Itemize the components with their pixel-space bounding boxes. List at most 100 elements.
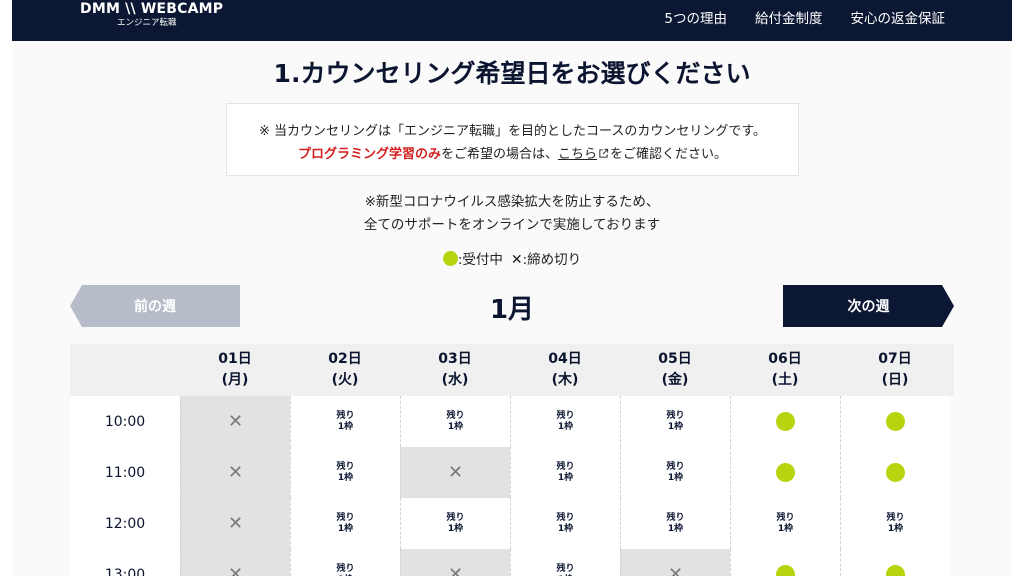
day-of-week: (月) [221,372,249,388]
legend-open-label: :受付中 [457,252,503,268]
remaining-text: 残り [446,410,465,421]
slot-cell-remaining[interactable]: 残り1枠 [510,447,620,498]
slot-cell-closed: ✕ [180,549,290,576]
remaining-slots-label: 残り1枠 [446,411,464,433]
slot-cell-open[interactable] [840,549,950,576]
logo-main-text: DMM \\ WEBCAMP [80,1,224,17]
remaining-count: 1枠 [557,421,574,432]
remaining-text: 残り [336,512,355,523]
slot-cell-remaining[interactable]: 残り1枠 [510,498,620,549]
remaining-count: 1枠 [557,472,574,483]
slot-cell-remaining[interactable]: 残り1枠 [620,396,730,447]
here-link[interactable]: こちら [558,147,597,162]
page-title: 1.カウンセリング希望日をお選びください [273,59,751,88]
next-week-label: 次の週 [847,299,890,315]
prev-week-button[interactable]: 前の週 [70,285,240,327]
covid-notice: ※新型コロナウイルス感染拡大を防止するため、 全てのサポートをオンラインで実施し… [12,191,1012,237]
day-header: 07日 (日) [840,349,950,391]
remaining-slots-label: 残り1枠 [556,564,574,576]
day-header: 05日 (金) [620,349,730,391]
day-of-week: (土) [771,372,799,388]
notice-text-end: をご確認ください。 [610,147,728,162]
closed-x-icon: ✕ [447,461,464,483]
remaining-slots-label: 残り1枠 [556,462,574,484]
remaining-text: 残り [336,461,355,472]
slot-cell-remaining[interactable]: 残り1枠 [510,549,620,576]
external-link-icon[interactable] [598,148,609,159]
slot-cell-remaining[interactable]: 残り1枠 [290,447,400,498]
slot-cell-remaining[interactable]: 残り1枠 [730,498,840,549]
day-of-week: (日) [881,372,909,388]
closed-x-icon: ✕ [510,252,523,268]
time-label: 10:00 [70,396,180,447]
remaining-count: 1枠 [337,472,354,483]
closed-x-icon: ✕ [227,563,244,576]
slot-cell-remaining[interactable]: 残り1枠 [290,396,400,447]
day-header: 03日 (水) [400,349,510,391]
remaining-slots-label: 残り1枠 [666,513,684,535]
day-date: 04日 [548,351,582,367]
slot-cell-remaining[interactable]: 残り1枠 [840,498,950,549]
day-of-week: (火) [331,372,359,388]
remaining-text: 残り [446,512,465,523]
time-label: 13:00 [70,549,180,576]
slot-cell-remaining[interactable]: 残り1枠 [290,498,400,549]
notice-box: ※ 当カウンセリングは「エンジニア転職」を目的としたコースのカウンセリングです。… [226,103,799,176]
nav-link-benefits[interactable]: 給付金制度 [755,7,823,27]
day-of-week: (金) [661,372,689,388]
slot-cell-remaining[interactable]: 残り1枠 [620,447,730,498]
remaining-count: 1枠 [557,523,574,534]
slot-cell-open[interactable] [840,396,950,447]
remaining-text: 残り [556,512,575,523]
slot-cell-closed: ✕ [180,447,290,498]
remaining-slots-label: 残り1枠 [446,513,464,535]
open-dot-icon [886,565,905,576]
day-header: 06日 (土) [730,349,840,391]
slot-cell-remaining[interactable]: 残り1枠 [510,396,620,447]
slot-cell-open[interactable] [840,447,950,498]
remaining-slots-label: 残り1枠 [556,411,574,433]
remaining-text: 残り [666,410,685,421]
closed-x-icon: ✕ [227,512,244,534]
open-dot-icon [776,565,795,576]
slot-cell-remaining[interactable]: 残り1枠 [400,396,510,447]
remaining-text: 残り [336,410,355,421]
slot-cell-remaining[interactable]: 残り1枠 [620,498,730,549]
covid-line-1: ※新型コロナウイルス感染拡大を防止するため、 [364,194,660,210]
day-date: 01日 [218,351,252,367]
slot-cell-open[interactable] [730,549,840,576]
logo-sub-text: エンジニア転職 [117,18,177,28]
time-slot-row: 10:00 ✕ 残り 1枠 残り 1枠 残り 1枠 残り 1枠 [70,396,954,447]
remaining-text: 残り [556,563,575,574]
day-header: 04日 (木) [510,349,620,391]
remaining-count: 1枠 [337,523,354,534]
slot-cell-open[interactable] [730,447,840,498]
time-label: 12:00 [70,498,180,549]
slot-cell-remaining[interactable]: 残り1枠 [290,549,400,576]
remaining-slots-label: 残り1枠 [336,411,354,433]
remaining-slots-label: 残り1枠 [556,513,574,535]
slot-cell-closed: ✕ [180,498,290,549]
slot-cell-remaining[interactable]: 残り1枠 [400,498,510,549]
covid-line-2: 全てのサポートをオンラインで実施しております [363,217,661,233]
remaining-text: 残り [776,512,795,523]
month-label: 1月 [489,295,535,325]
slot-cell-closed: ✕ [180,396,290,447]
remaining-text: 残り [886,512,905,523]
remaining-count: 1枠 [337,421,354,432]
day-date: 03日 [438,351,472,367]
slot-cell-open[interactable] [730,396,840,447]
slot-cell-closed: ✕ [400,549,510,576]
time-slot-row: 12:00 ✕ 残り 1枠 残り 1枠 残り 1枠 残り 1枠 残り 1枠 残り 1枠 [70,498,954,549]
remaining-slots-label: 残り1枠 [886,513,904,535]
next-week-button[interactable]: 次の週 [783,285,954,327]
day-date: 02日 [328,351,362,367]
nav-link-reasons[interactable]: 5つの理由 [664,7,727,27]
legend: :受付中 ✕:締め切り [12,248,1012,268]
remaining-count: 1枠 [667,421,684,432]
nav-link-refund[interactable]: 安心の返金保証 [851,7,946,27]
remaining-count: 1枠 [447,523,464,534]
closed-x-icon: ✕ [447,563,464,576]
remaining-slots-label: 残り1枠 [666,411,684,433]
day-of-week: (木) [551,372,579,388]
